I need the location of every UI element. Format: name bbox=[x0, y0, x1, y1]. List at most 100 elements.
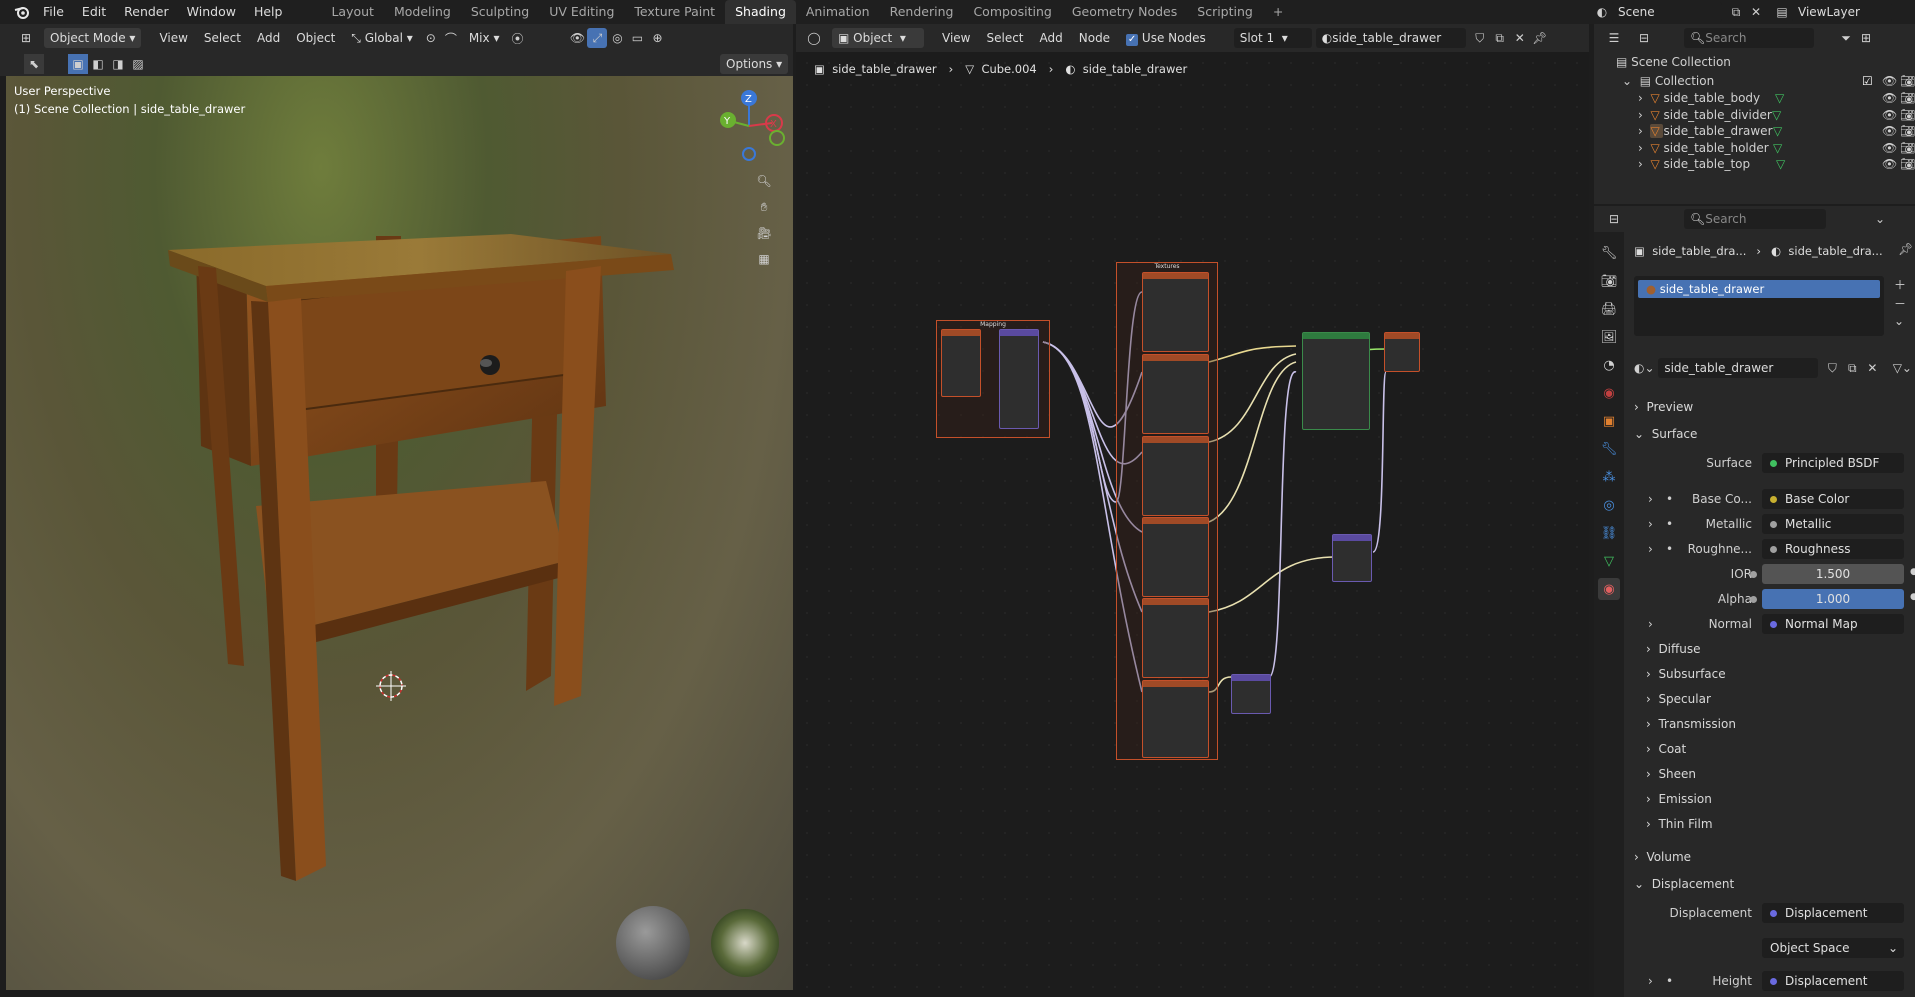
select-mode-invert-icon[interactable]: ▨ bbox=[128, 54, 148, 74]
viewport-menu-select[interactable]: Select bbox=[196, 31, 249, 45]
subpanel-transmission[interactable]: › Transmission bbox=[1646, 717, 1736, 731]
keyframe-dot-icon[interactable]: ● bbox=[1910, 592, 1915, 602]
outliner-item[interactable]: › ▽ side_table_top ▽ 👁︎ 📷︎ bbox=[1594, 154, 1915, 174]
viewport-menu-view[interactable]: View bbox=[151, 31, 195, 45]
render-camera-icon[interactable]: 📷︎ bbox=[1900, 108, 1915, 122]
object-type-dropdown[interactable]: ▣ Object ▾ bbox=[832, 28, 924, 48]
displacement-space-dropdown[interactable]: Object Space ⌄ bbox=[1762, 938, 1904, 958]
expand-icon[interactable]: › bbox=[1638, 124, 1650, 138]
object-mode-dropdown[interactable]: Object Mode ▾ bbox=[44, 28, 142, 48]
link-data-icon[interactable]: ▽⌄ bbox=[1892, 358, 1912, 378]
add-workspace-button[interactable]: + bbox=[1263, 0, 1293, 24]
subpanel-thin-film[interactable]: › Thin Film bbox=[1646, 817, 1713, 831]
mapping-node[interactable] bbox=[999, 329, 1039, 429]
outliner-search-input[interactable]: 🔍︎ Search bbox=[1684, 28, 1814, 48]
outliner[interactable]: ▤ Scene Collection ⌄ ▤ Collection ☑ 👁︎ 📷… bbox=[1594, 52, 1915, 204]
material-slot-item[interactable]: ● side_table_drawer bbox=[1638, 280, 1880, 298]
mesh-data-icon[interactable]: ▽ bbox=[1776, 157, 1785, 171]
render-camera-icon[interactable]: 📷︎ bbox=[1900, 157, 1915, 171]
subpanel-specular[interactable]: › Specular bbox=[1646, 692, 1711, 706]
world-tab-icon[interactable]: ◉ bbox=[1598, 382, 1620, 404]
subpanel-diffuse[interactable]: › Diffuse bbox=[1646, 642, 1701, 656]
socket-dot-icon[interactable] bbox=[1750, 571, 1757, 578]
visibility-eye-icon[interactable]: 👁︎ bbox=[1882, 157, 1897, 171]
visibility-eye-icon[interactable]: 👁︎ bbox=[1882, 91, 1897, 105]
mesh-data-icon[interactable]: ▽ bbox=[1772, 108, 1781, 122]
select-mode-new-icon[interactable]: ▣ bbox=[68, 54, 88, 74]
delete-scene-icon[interactable]: ✕ bbox=[1746, 2, 1766, 22]
tab-uv-editing[interactable]: UV Editing bbox=[539, 0, 624, 24]
normal-map-node[interactable] bbox=[1231, 674, 1271, 714]
slot-dropdown[interactable]: Slot 1 ▾ bbox=[1233, 28, 1312, 48]
menu-window[interactable]: Window bbox=[178, 0, 245, 24]
subpanel-coat[interactable]: › Coat bbox=[1646, 742, 1686, 756]
subpanel-subsurface[interactable]: › Subsurface bbox=[1646, 667, 1726, 681]
keyframe-dot-icon[interactable]: ● bbox=[1910, 567, 1915, 577]
property-field[interactable]: Displacement bbox=[1762, 971, 1904, 991]
orientation-dropdown[interactable]: ⤡ Global ▾ bbox=[343, 31, 421, 46]
tab-compositing[interactable]: Compositing bbox=[963, 0, 1061, 24]
material-browse-icon[interactable]: ◐⌄ bbox=[1634, 361, 1658, 375]
menu-help[interactable]: Help bbox=[245, 0, 292, 24]
fake-user-icon[interactable]: ⛉ bbox=[1470, 28, 1490, 48]
tab-modeling[interactable]: Modeling bbox=[384, 0, 461, 24]
shader-node-editor[interactable]: ▣ side_table_drawer › ▽ Cube.004 › ◐ sid… bbox=[796, 52, 1589, 990]
render-camera-icon[interactable]: 📷︎ bbox=[1900, 124, 1915, 138]
zoom-icon[interactable]: 🔍︎ bbox=[754, 171, 774, 191]
select-tool-icon[interactable]: ⬉ bbox=[24, 54, 44, 74]
expand-icon[interactable]: › bbox=[1638, 108, 1650, 122]
visibility-icon[interactable]: 👁 bbox=[567, 28, 587, 48]
tab-animation[interactable]: Animation bbox=[796, 0, 880, 24]
wireframe-shading-icon[interactable]: ⊕ bbox=[647, 28, 667, 48]
tab-shading[interactable]: Shading bbox=[725, 0, 796, 24]
extra-texture-node[interactable] bbox=[1142, 680, 1209, 758]
property-field[interactable]: Normal Map bbox=[1762, 614, 1904, 634]
visibility-eye-icon[interactable]: 👁︎ bbox=[1882, 108, 1897, 122]
scene-icon[interactable]: ◐ bbox=[1592, 2, 1612, 22]
collection-checkbox-icon[interactable]: ☑ bbox=[1862, 74, 1873, 88]
node-menu-select[interactable]: Select bbox=[978, 31, 1031, 45]
subpanel-emission[interactable]: › Emission bbox=[1646, 792, 1712, 806]
panel-volume[interactable]: › Volume bbox=[1634, 850, 1691, 864]
node-menu-add[interactable]: Add bbox=[1032, 31, 1071, 45]
unlink-icon[interactable]: ✕ bbox=[1862, 358, 1882, 378]
viewport-menu-object[interactable]: Object bbox=[288, 31, 343, 45]
menu-render[interactable]: Render bbox=[115, 0, 178, 24]
proportional-icon[interactable]: ⦿ bbox=[507, 28, 527, 48]
properties-editor[interactable]: 🔧︎ 📷︎ 🖨︎ 🖼︎ ◔ ◉ ▣ 🔧︎ ⁂ ◎ ⛓︎ ▽ ◉ ▣ side_t… bbox=[1594, 232, 1915, 997]
property-field[interactable]: 1.500 bbox=[1762, 564, 1904, 584]
material-output-node[interactable] bbox=[1384, 332, 1420, 372]
view-layer-tab-icon[interactable]: 🖼︎ bbox=[1598, 326, 1620, 348]
panel-preview[interactable]: › Preview bbox=[1634, 400, 1693, 414]
menu-file[interactable]: File bbox=[34, 0, 73, 24]
render-tab-icon[interactable]: 📷︎ bbox=[1598, 270, 1620, 292]
property-field[interactable]: Roughness bbox=[1762, 539, 1904, 559]
side-table-render[interactable] bbox=[6, 76, 793, 990]
property-field[interactable]: Metallic bbox=[1762, 514, 1904, 534]
outliner-type-icon[interactable]: ☰ bbox=[1604, 28, 1624, 48]
property-field[interactable]: Base Color bbox=[1762, 489, 1904, 509]
add-slot-icon[interactable]: ＋ bbox=[1894, 276, 1906, 293]
pin-icon[interactable]: 📌︎ bbox=[1530, 28, 1550, 48]
properties-search-input[interactable]: 🔍︎ Search bbox=[1684, 209, 1826, 229]
filter-icon[interactable]: ⏷ bbox=[1836, 28, 1856, 48]
xray-icon[interactable]: ▭ bbox=[627, 28, 647, 48]
properties-menu-icon[interactable]: ⌄ bbox=[1870, 209, 1890, 229]
visibility-eye-icon[interactable]: 👁︎ bbox=[1882, 74, 1897, 88]
viewport-menu-add[interactable]: Add bbox=[249, 31, 288, 45]
use-nodes-checkbox[interactable]: ✓ Use Nodes bbox=[1118, 31, 1214, 46]
render-camera-icon[interactable]: 📷︎ bbox=[1900, 74, 1915, 88]
property-field[interactable]: Displacement bbox=[1762, 903, 1904, 923]
tab-geometry-nodes[interactable]: Geometry Nodes bbox=[1062, 0, 1187, 24]
expand-icon[interactable]: › bbox=[1638, 157, 1650, 171]
tab-scripting[interactable]: Scripting bbox=[1187, 0, 1263, 24]
displacement-texture-node[interactable] bbox=[1142, 517, 1209, 597]
tab-texture-paint[interactable]: Texture Paint bbox=[624, 0, 725, 24]
material-name-field[interactable]: side_table_drawer bbox=[1658, 358, 1819, 378]
scene-tab-icon[interactable]: ◔ bbox=[1598, 354, 1620, 376]
navigation-gizmo[interactable]: Z X Y bbox=[716, 86, 786, 166]
base-color-texture-node[interactable] bbox=[1142, 272, 1209, 352]
duplicate-icon[interactable]: ⧉ bbox=[1842, 358, 1862, 378]
3d-viewport[interactable]: User Perspective (1) Scene Collection | … bbox=[6, 76, 793, 990]
gizmo-toggle-icon[interactable]: ⤢ bbox=[587, 28, 608, 48]
